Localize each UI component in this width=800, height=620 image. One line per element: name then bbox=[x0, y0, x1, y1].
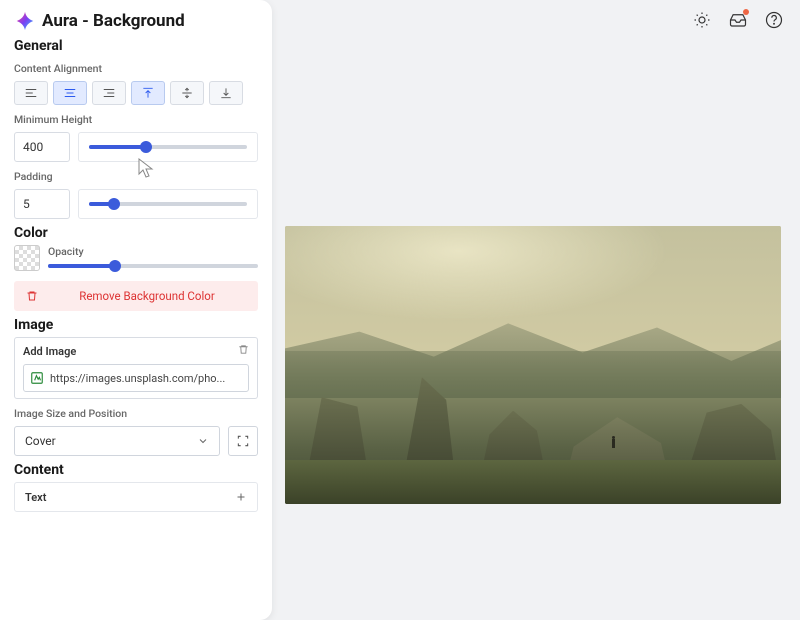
theme-toggle-button[interactable] bbox=[690, 8, 714, 32]
focal-point-button[interactable] bbox=[228, 426, 258, 456]
help-icon bbox=[765, 11, 783, 29]
notification-dot bbox=[743, 9, 749, 15]
section-content: Content bbox=[14, 462, 258, 478]
trash-icon bbox=[26, 290, 38, 302]
min-height-slider[interactable] bbox=[78, 132, 258, 162]
align-bottom-button[interactable] bbox=[209, 81, 243, 105]
image-url-text: https://images.unsplash.com/pho... bbox=[50, 372, 242, 385]
remove-bg-label: Remove Background Color bbox=[48, 289, 246, 303]
section-image: Image bbox=[14, 317, 258, 333]
content-item-label: Text bbox=[25, 491, 46, 504]
settings-panel: Aura - Background General Content Alignm… bbox=[0, 0, 272, 620]
image-size-select[interactable]: Cover bbox=[14, 426, 220, 456]
min-height-input[interactable] bbox=[14, 132, 70, 162]
label-content-alignment: Content Alignment bbox=[14, 62, 258, 75]
remove-background-color-button[interactable]: Remove Background Color bbox=[14, 281, 258, 311]
inbox-button[interactable] bbox=[726, 8, 750, 32]
background-preview bbox=[285, 226, 781, 504]
section-color: Color bbox=[14, 225, 258, 241]
color-swatch[interactable] bbox=[14, 245, 40, 271]
aura-logo-icon bbox=[14, 10, 36, 32]
align-top-button[interactable] bbox=[131, 81, 165, 105]
plus-icon bbox=[235, 491, 247, 503]
delete-image-button[interactable] bbox=[238, 344, 249, 358]
add-image-label: Add Image bbox=[23, 345, 76, 358]
label-image-size: Image Size and Position bbox=[14, 407, 258, 420]
label-padding: Padding bbox=[14, 170, 258, 183]
chevron-down-icon bbox=[197, 435, 209, 447]
image-card: Add Image https://images.unsplash.com/ph… bbox=[14, 337, 258, 399]
content-item-text[interactable]: Text bbox=[14, 482, 258, 512]
image-url-input[interactable]: https://images.unsplash.com/pho... bbox=[23, 364, 249, 392]
label-min-height: Minimum Height bbox=[14, 113, 258, 126]
label-opacity: Opacity bbox=[48, 245, 258, 258]
image-size-value: Cover bbox=[25, 434, 56, 448]
align-center-button[interactable] bbox=[53, 81, 87, 105]
padding-slider[interactable] bbox=[78, 189, 258, 219]
help-button[interactable] bbox=[762, 8, 786, 32]
sun-icon bbox=[693, 11, 711, 29]
edit-icon bbox=[30, 371, 44, 385]
align-middle-button[interactable] bbox=[170, 81, 204, 105]
padding-input[interactable] bbox=[14, 189, 70, 219]
align-left-button[interactable] bbox=[14, 81, 48, 105]
align-right-button[interactable] bbox=[92, 81, 126, 105]
focal-icon bbox=[236, 434, 250, 448]
section-general: General bbox=[14, 38, 258, 54]
opacity-slider[interactable] bbox=[48, 264, 258, 268]
panel-title: Aura - Background bbox=[42, 11, 185, 31]
